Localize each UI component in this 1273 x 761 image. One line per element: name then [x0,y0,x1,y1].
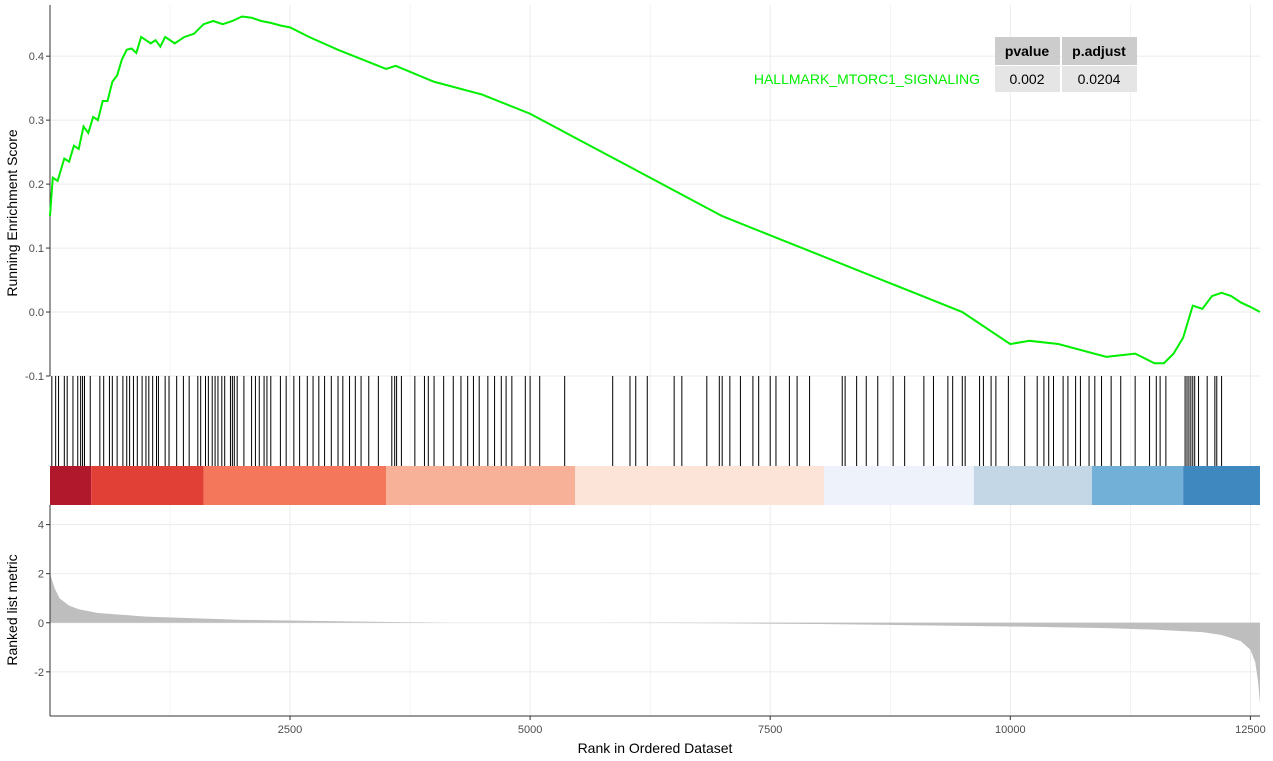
gsea-plot: -0.1 0.0 0.1 0.2 0.3 0.4 Running Enrichment S… [0,0,1273,761]
es-y-ticks: -0.1 0.0 0.1 0.2 0.3 0.4 [25,51,50,383]
rank-color-band [575,466,824,505]
x-ticks: 2500 5000 7500 10000 12500 [278,716,1266,736]
pvalue-header: pvalue [1005,43,1050,59]
xtick-label: 5000 [518,724,542,736]
pvalue-value: 0.002 [1009,71,1044,87]
hits-panel [51,376,1251,466]
ranked-metric-area [50,573,1260,704]
rank-color-band [203,466,387,505]
rm-ytick-label: 4 [38,520,44,532]
hits-gridlines [169,376,1251,466]
rank-color-band [91,466,204,505]
rm-ytick-label: -2 [34,667,44,679]
rank-color-band [1091,466,1184,505]
rank-color-bar [50,466,1260,505]
xtick-label: 10000 [995,724,1026,736]
padjust-value: 0.0204 [1078,71,1121,87]
xtick-label: 2500 [278,724,302,736]
es-ytick-label: 0.3 [29,115,44,127]
rm-y-ticks: -2 0 2 4 [34,520,50,679]
ranked-metric-panel: -2 0 2 4 2500 5000 7500 10000 12500 Ranked list… [4,505,1266,756]
padjust-header: p.adjust [1072,43,1126,59]
xtick-label: 7500 [758,724,782,736]
rm-ytick-label: 0 [38,618,44,630]
es-ytick-label: 0.2 [29,179,44,191]
rm-ytick-label: 2 [38,569,44,581]
pvalue-table: pvalue p.adjust 0.002 0.0204 HALLMARK_MT… [754,37,1137,92]
gene-set-label: HALLMARK_MTORC1_SIGNALING [754,71,980,87]
running-es-panel: -0.1 0.0 0.1 0.2 0.3 0.4 Running Enrichment S… [4,5,1261,383]
rank-color-band [973,466,1092,505]
es-ytick-label: 0.1 [29,243,44,255]
rank-color-band [1183,466,1260,505]
es-ytick-label: 0.4 [29,51,44,63]
rm-ylabel: Ranked list metric [4,554,20,665]
es-ylabel: Running Enrichment Score [4,129,20,297]
rank-color-band [386,466,576,505]
es-ytick-label: -0.1 [25,371,44,383]
rank-color-band [50,466,92,505]
rank-color-band [823,466,974,505]
xtick-label: 12500 [1235,724,1266,736]
gsea-chart-svg: -0.1 0.0 0.1 0.2 0.3 0.4 Running Enrichment S… [4,5,1266,756]
es-ytick-label: 0.0 [29,307,44,319]
hit-ticks [51,376,1223,466]
rm-gridlines [50,505,1260,716]
xlabel: Rank in Ordered Dataset [578,740,733,756]
